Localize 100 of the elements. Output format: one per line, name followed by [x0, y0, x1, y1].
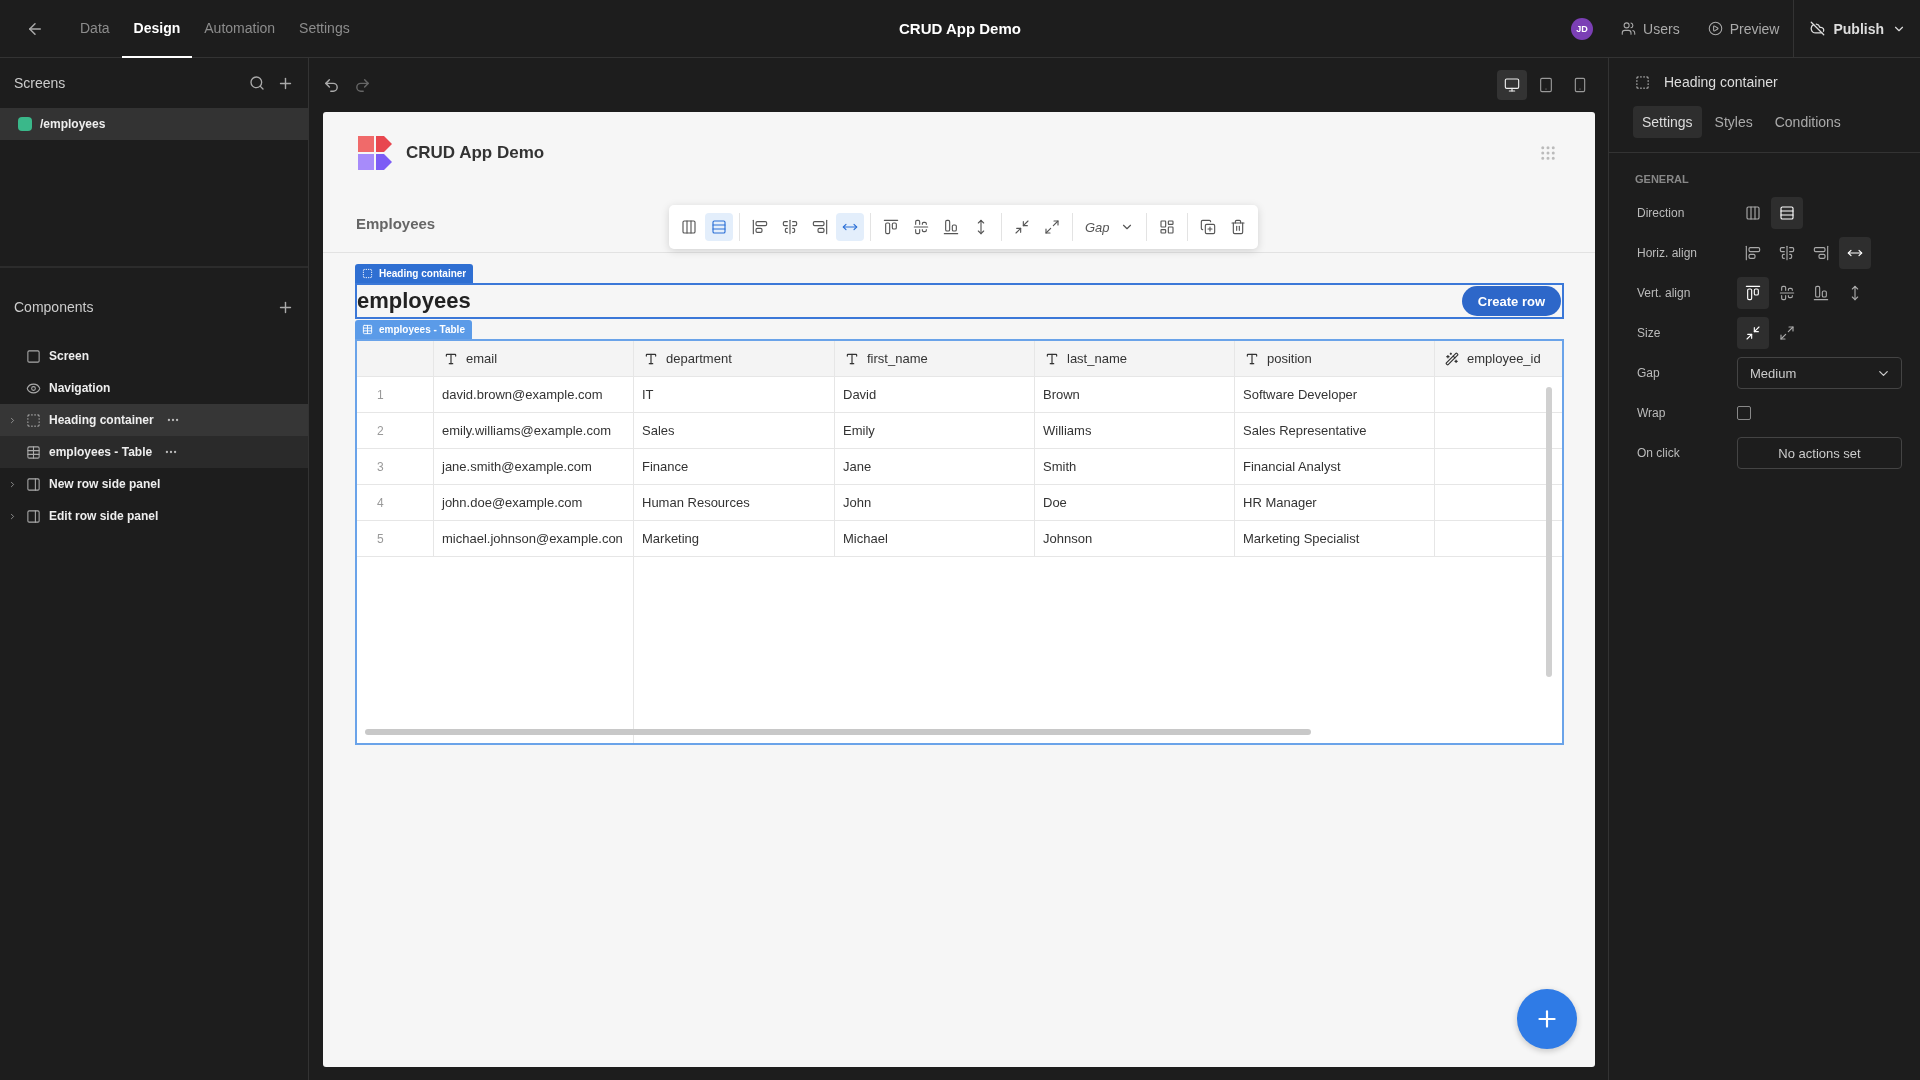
- columns-icon: [1745, 205, 1761, 221]
- undo-icon: [323, 76, 340, 94]
- gap-dropdown[interactable]: Gap: [1079, 219, 1140, 235]
- align-bottom-icon: [943, 219, 959, 235]
- table-cell: Sales: [633, 413, 834, 449]
- publish-button[interactable]: Publish: [1793, 0, 1920, 57]
- component-item[interactable]: Heading container: [0, 404, 308, 436]
- undo-button[interactable]: [323, 76, 340, 94]
- align-top-icon: [1745, 285, 1761, 301]
- text-type-icon: [1045, 351, 1059, 366]
- panel-tab[interactable]: Settings: [1633, 106, 1702, 138]
- add-button[interactable]: [1517, 989, 1577, 1049]
- setting-label: Horiz. align: [1637, 246, 1699, 260]
- nav-tab[interactable]: Settings: [287, 0, 362, 58]
- scrollbar[interactable]: [365, 729, 1311, 735]
- component-item[interactable]: employees - Table: [0, 436, 308, 468]
- magic-wand-icon: [1445, 351, 1459, 366]
- row-number: 1: [357, 377, 433, 413]
- scrollbar[interactable]: [1546, 387, 1552, 677]
- row-number: 2: [357, 413, 433, 449]
- component-item[interactable]: Edit row side panel: [0, 500, 308, 532]
- component-label: Edit row side panel: [49, 509, 159, 523]
- panel-title: Heading container: [1664, 74, 1778, 90]
- eye-icon: [26, 380, 41, 396]
- table-icon: [26, 444, 41, 460]
- table-cell: Marketing Specialist: [1234, 521, 1434, 557]
- column-header[interactable]: email: [433, 341, 633, 377]
- table-cell: IT: [633, 377, 834, 413]
- table-cell: Michael: [834, 521, 1034, 557]
- option-button[interactable]: [1737, 317, 1769, 349]
- rows-icon: [711, 219, 727, 235]
- search-icon: [249, 75, 265, 91]
- dashed-square-icon: [362, 268, 373, 279]
- section-heading: GENERAL: [1634, 172, 1690, 187]
- device-button[interactable]: [1497, 70, 1527, 100]
- option-button[interactable]: [1771, 197, 1803, 229]
- setting-label: Gap: [1637, 366, 1661, 380]
- gap-select[interactable]: Medium: [1737, 357, 1902, 389]
- panel-tab[interactable]: Styles: [1705, 106, 1762, 138]
- component-item[interactable]: New row side panel: [0, 468, 308, 500]
- section-title: Components: [14, 299, 95, 315]
- table-cell: john.doe@example.com: [433, 485, 633, 521]
- phone-icon: [1572, 77, 1588, 93]
- table-icon: [362, 324, 373, 335]
- expand-icon: [1779, 325, 1795, 341]
- desktop-icon: [1504, 77, 1520, 93]
- nav-tab[interactable]: Automation: [192, 0, 288, 58]
- shrink-icon: [1745, 325, 1761, 341]
- table-cell: Financial Analyst: [1234, 449, 1434, 485]
- actions-button[interactable]: No actions set: [1737, 437, 1902, 469]
- component-label: Screen: [49, 349, 90, 363]
- column-header[interactable]: first_name: [834, 341, 1034, 377]
- table-cell: jane.smith@example.com: [433, 449, 633, 485]
- user-avatar[interactable]: JD: [1571, 17, 1594, 40]
- component-item[interactable]: Navigation: [0, 372, 308, 404]
- column-header[interactable]: position: [1234, 341, 1434, 377]
- column-header[interactable]: department: [633, 341, 834, 377]
- table-cell: David: [834, 377, 1034, 413]
- search-button[interactable]: [249, 75, 265, 91]
- dashed-square-icon: [1635, 74, 1650, 90]
- panel-tab[interactable]: Conditions: [1765, 106, 1850, 138]
- table-cell: Software Developer: [1234, 377, 1434, 413]
- nav-tab[interactable]: Data: [68, 0, 122, 58]
- text-type-icon: [845, 351, 859, 366]
- table-cell: michael.johnson@example.con: [433, 521, 633, 557]
- table-cell: Emily: [834, 413, 1034, 449]
- wrap-checkbox[interactable]: [1737, 406, 1751, 420]
- nav-tab[interactable]: Design: [121, 0, 193, 58]
- expand-chevron-icon: [8, 479, 17, 489]
- column-header[interactable]: employee_id: [1434, 341, 1562, 377]
- top-action-button[interactable]: Preview: [1693, 20, 1794, 37]
- shrink-icon: [1014, 219, 1030, 235]
- component-item[interactable]: Screen: [0, 340, 308, 372]
- nav-link[interactable]: Employees: [356, 214, 436, 232]
- component-label: Navigation: [49, 381, 111, 395]
- setting-label: Direction: [1637, 206, 1686, 220]
- text-type-icon: [444, 351, 458, 366]
- option-button[interactable]: [1737, 277, 1769, 309]
- expand-chevron-icon: [8, 511, 17, 521]
- table-cell: Human Resources: [633, 485, 834, 521]
- section-title: Screens: [14, 75, 67, 91]
- heading-container[interactable]: employees Create row: [355, 283, 1564, 319]
- column-header[interactable]: last_name: [1034, 341, 1234, 377]
- setting-label: On click: [1637, 446, 1681, 460]
- play-icon: [1707, 21, 1723, 36]
- route-item[interactable]: /employees: [0, 108, 308, 140]
- align-left-icon: [752, 219, 768, 235]
- dashed-square-icon: [26, 412, 41, 428]
- create-row-button[interactable]: Create row: [1461, 286, 1561, 316]
- table-cell: Williams: [1034, 413, 1234, 449]
- redo-icon: [354, 76, 371, 94]
- redo-button[interactable]: [354, 76, 371, 94]
- top-action-button[interactable]: Users: [1607, 20, 1694, 37]
- row-number: 4: [357, 485, 433, 521]
- table-cell: Jane: [834, 449, 1034, 485]
- app-logo: [356, 134, 394, 172]
- table-cell: Johnson: [1034, 521, 1234, 557]
- setting-label: Wrap: [1637, 406, 1667, 420]
- trash-icon: [1229, 219, 1246, 235]
- option-button[interactable]: [1839, 237, 1871, 269]
